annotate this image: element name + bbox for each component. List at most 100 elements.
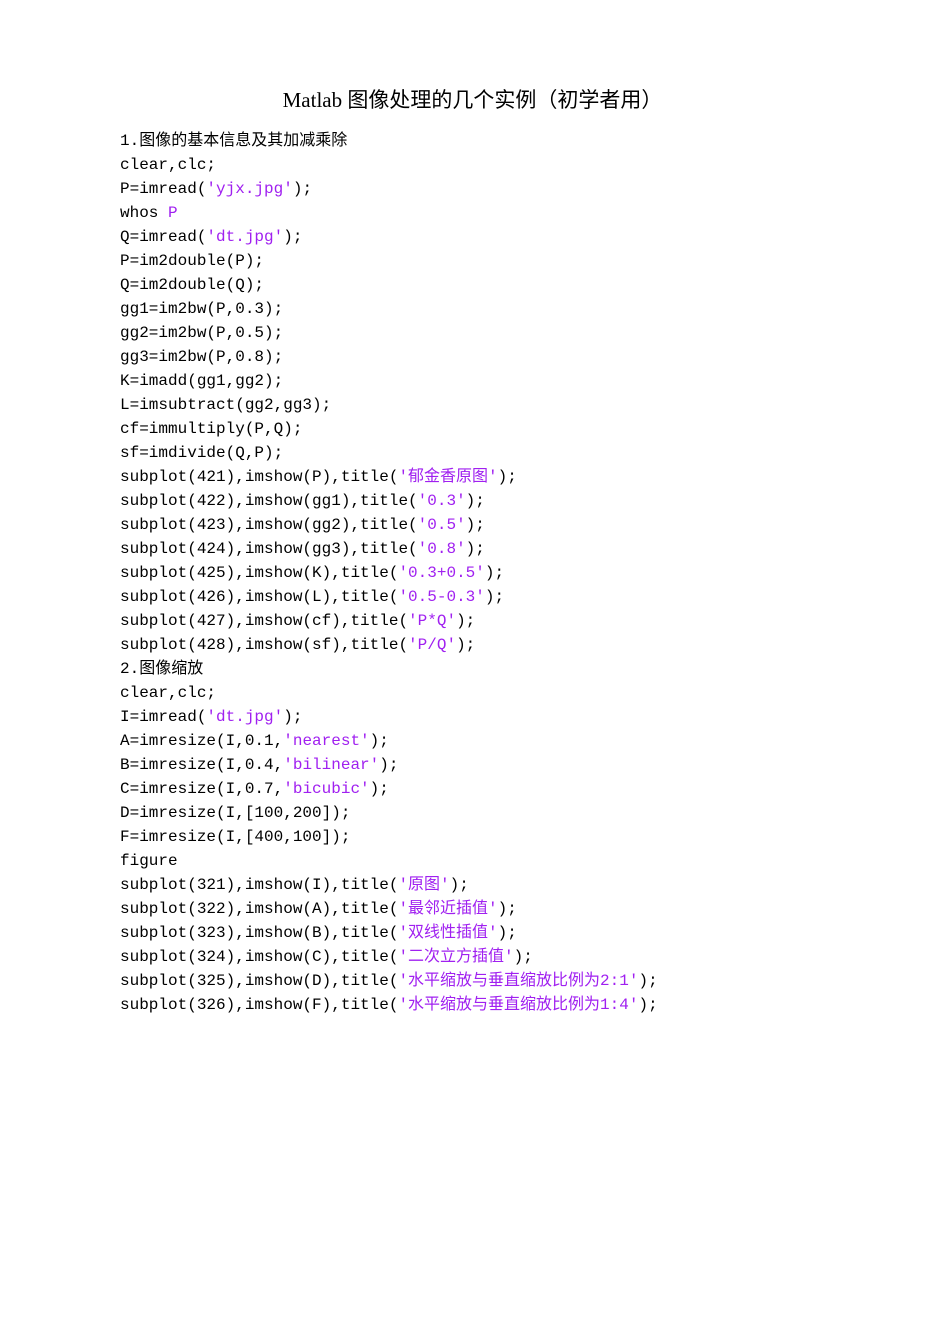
string-literal: '郁金香原图' (398, 468, 497, 486)
section-2-heading: 2.图像缩放 (120, 657, 825, 681)
string-literal: '0.3' (418, 492, 466, 510)
code-line: Q=im2double(Q); (120, 273, 825, 297)
code-line: B=imresize(I,0.4,'bilinear'); (120, 753, 825, 777)
code-line: K=imadd(gg1,gg2); (120, 369, 825, 393)
code-text: subplot(421),imshow(P),title( (120, 468, 398, 486)
code-line: gg1=im2bw(P,0.3); (120, 297, 825, 321)
code-text: subplot(324),imshow(C),title( (120, 948, 398, 966)
code-text: ); (498, 924, 517, 942)
code-line: P=imread('yjx.jpg'); (120, 177, 825, 201)
code-text: I=imread( (120, 708, 206, 726)
code-line: Q=imread('dt.jpg'); (120, 225, 825, 249)
code-text: ); (466, 492, 485, 510)
string-literal: '0.8' (418, 540, 466, 558)
code-line: cf=immultiply(P,Q); (120, 417, 825, 441)
code-text: subplot(425),imshow(K),title( (120, 564, 398, 582)
section-1-heading: 1.图像的基本信息及其加减乘除 (120, 129, 825, 153)
code-text: Q=imread( (120, 228, 206, 246)
code-text: whos (120, 204, 168, 222)
code-text: subplot(423),imshow(gg2),title( (120, 516, 418, 534)
code-line: subplot(423),imshow(gg2),title('0.5'); (120, 513, 825, 537)
code-text: subplot(321),imshow(I),title( (120, 876, 398, 894)
code-text: A=imresize(I,0.1, (120, 732, 283, 750)
code-text: ); (293, 180, 312, 198)
code-line: subplot(325),imshow(D),title('水平缩放与垂直缩放比… (120, 969, 825, 993)
code-line: subplot(422),imshow(gg1),title('0.3'); (120, 489, 825, 513)
string-literal: '原图' (398, 876, 449, 894)
code-line: subplot(326),imshow(F),title('水平缩放与垂直缩放比… (120, 993, 825, 1017)
code-line: subplot(428),imshow(sf),title('P/Q'); (120, 633, 825, 657)
code-text: subplot(323),imshow(B),title( (120, 924, 398, 942)
code-line: subplot(426),imshow(L),title('0.5-0.3'); (120, 585, 825, 609)
string-literal: 'P*Q' (408, 612, 456, 630)
code-text: subplot(426),imshow(L),title( (120, 588, 398, 606)
code-line: gg3=im2bw(P,0.8); (120, 345, 825, 369)
string-literal: 'dt.jpg' (206, 708, 283, 726)
string-literal: 'bilinear' (283, 756, 379, 774)
code-line: P=im2double(P); (120, 249, 825, 273)
string-literal: '0.3+0.5' (398, 564, 484, 582)
code-text: ); (498, 900, 517, 918)
code-line: L=imsubtract(gg2,gg3); (120, 393, 825, 417)
code-text: ); (466, 540, 485, 558)
code-text: B=imresize(I,0.4, (120, 756, 283, 774)
code-text: subplot(427),imshow(cf),title( (120, 612, 408, 630)
code-text: ); (514, 948, 533, 966)
string-literal: 'P/Q' (408, 636, 456, 654)
code-line: gg2=im2bw(P,0.5); (120, 321, 825, 345)
code-line: sf=imdivide(Q,P); (120, 441, 825, 465)
code-line: subplot(324),imshow(C),title('二次立方插值'); (120, 945, 825, 969)
code-text: ); (456, 612, 475, 630)
code-text: ); (456, 636, 475, 654)
code-text: ); (283, 228, 302, 246)
code-line: subplot(321),imshow(I),title('原图'); (120, 873, 825, 897)
string-literal: '二次立方插值' (398, 948, 513, 966)
code-text: ); (485, 564, 504, 582)
document-page: Matlab 图像处理的几个实例（初学者用） 1.图像的基本信息及其加减乘除 c… (0, 0, 945, 1077)
code-text: ); (379, 756, 398, 774)
string-literal: '0.5' (418, 516, 466, 534)
code-text: subplot(325),imshow(D),title( (120, 972, 398, 990)
code-text: ); (638, 996, 657, 1014)
code-text: ); (283, 708, 302, 726)
string-literal: 'dt.jpg' (206, 228, 283, 246)
code-text: subplot(424),imshow(gg3),title( (120, 540, 418, 558)
code-line: I=imread('dt.jpg'); (120, 705, 825, 729)
string-literal: '水平缩放与垂直缩放比例为1:4' (398, 996, 638, 1014)
string-literal: 'bicubic' (283, 780, 369, 798)
code-line: subplot(425),imshow(K),title('0.3+0.5'); (120, 561, 825, 585)
code-line: subplot(427),imshow(cf),title('P*Q'); (120, 609, 825, 633)
code-text: ); (466, 516, 485, 534)
string-literal: 'yjx.jpg' (206, 180, 292, 198)
code-text: subplot(428),imshow(sf),title( (120, 636, 408, 654)
code-text: subplot(422),imshow(gg1),title( (120, 492, 418, 510)
code-line: D=imresize(I,[100,200]); (120, 801, 825, 825)
code-line: whos P (120, 201, 825, 225)
string-literal: 'nearest' (283, 732, 369, 750)
code-line: F=imresize(I,[400,100]); (120, 825, 825, 849)
code-line: clear,clc; (120, 681, 825, 705)
code-text: ); (370, 780, 389, 798)
code-line: clear,clc; (120, 153, 825, 177)
code-line: subplot(322),imshow(A),title('最邻近插值'); (120, 897, 825, 921)
string-literal: '0.5-0.3' (398, 588, 484, 606)
document-title: Matlab 图像处理的几个实例（初学者用） (120, 85, 825, 117)
code-text: subplot(326),imshow(F),title( (120, 996, 398, 1014)
identifier: P (168, 204, 178, 222)
code-line: subplot(421),imshow(P),title('郁金香原图'); (120, 465, 825, 489)
code-text: ); (638, 972, 657, 990)
string-literal: '水平缩放与垂直缩放比例为2:1' (398, 972, 638, 990)
code-text: subplot(322),imshow(A),title( (120, 900, 398, 918)
code-line: subplot(424),imshow(gg3),title('0.8'); (120, 537, 825, 561)
code-text: ); (370, 732, 389, 750)
string-literal: '双线性插值' (398, 924, 497, 942)
code-line: subplot(323),imshow(B),title('双线性插值'); (120, 921, 825, 945)
code-text: ); (450, 876, 469, 894)
code-text: ); (498, 468, 517, 486)
string-literal: '最邻近插值' (398, 900, 497, 918)
code-line: C=imresize(I,0.7,'bicubic'); (120, 777, 825, 801)
code-text: P=imread( (120, 180, 206, 198)
code-line: figure (120, 849, 825, 873)
code-line: A=imresize(I,0.1,'nearest'); (120, 729, 825, 753)
code-text: ); (485, 588, 504, 606)
